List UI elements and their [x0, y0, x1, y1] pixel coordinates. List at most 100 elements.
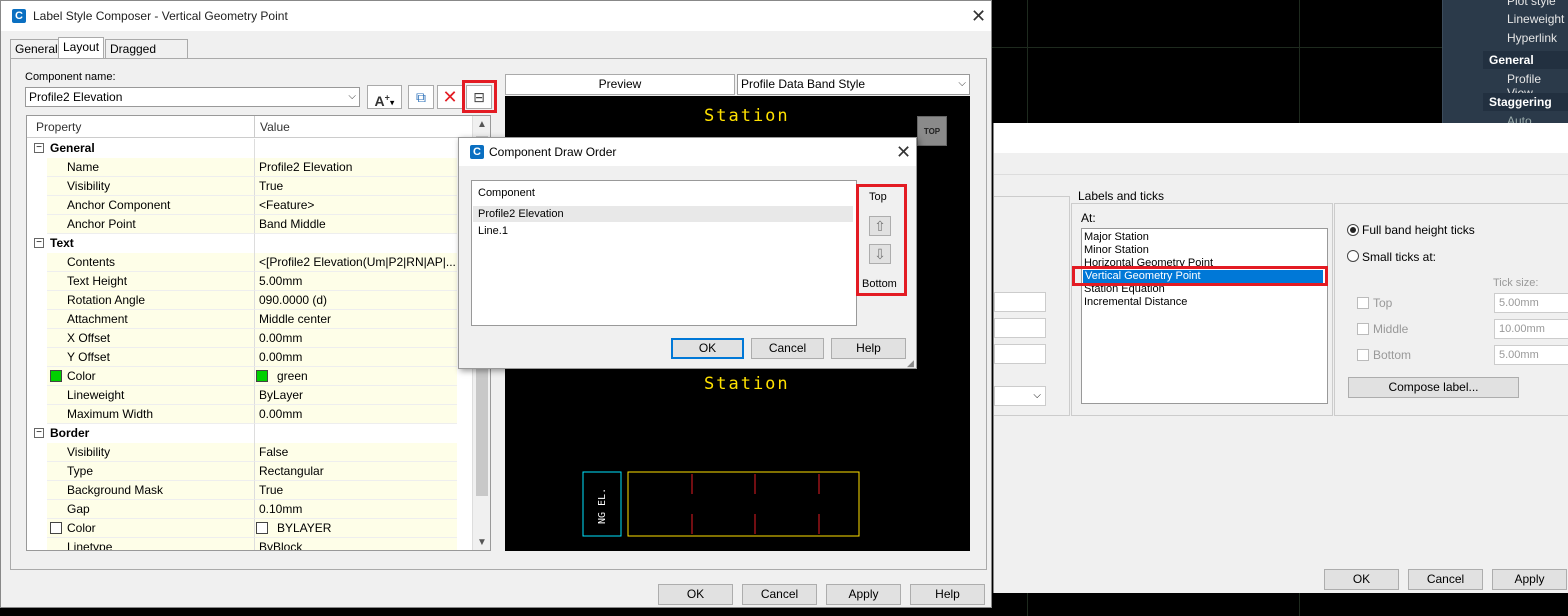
tick-top-size[interactable]: 5.00mm: [1494, 293, 1568, 313]
copy-component-button[interactable]: ⧉: [408, 85, 434, 109]
create-text-component-button[interactable]: A+▾: [367, 85, 402, 109]
small-ticks-radio[interactable]: [1347, 250, 1359, 262]
property-row[interactable]: Attachment Middle center: [27, 310, 473, 329]
tick-bottom-checkbox[interactable]: [1357, 349, 1369, 361]
property-value[interactable]: 0.00mm: [259, 405, 459, 424]
tick-middle-label: Middle: [1373, 322, 1409, 336]
property-value[interactable]: True: [259, 481, 459, 500]
scroll-down-icon[interactable]: ▼: [477, 537, 487, 548]
text-field[interactable]: [994, 318, 1046, 338]
property-row[interactable]: Y Offset 0.00mm: [27, 348, 473, 367]
tab-general[interactable]: General: [10, 39, 63, 59]
property-row[interactable]: Maximum Width 0.00mm: [27, 405, 473, 424]
station-type-list[interactable]: Major Station Minor Station Horizontal G…: [1081, 228, 1328, 404]
text-field[interactable]: [994, 292, 1046, 312]
property-value[interactable]: green: [277, 367, 477, 386]
property-value[interactable]: ByBlock: [259, 538, 459, 550]
tick-middle-size[interactable]: 10.00mm: [1494, 319, 1568, 339]
property-row[interactable]: Anchor Component <Feature>: [27, 196, 473, 215]
property-category-row[interactable]: − Text: [27, 234, 473, 253]
property-row[interactable]: Anchor Point Band Middle: [27, 215, 473, 234]
scroll-up-icon[interactable]: ▲: [477, 119, 487, 130]
property-row[interactable]: Text Height 5.00mm: [27, 272, 473, 291]
list-item[interactable]: Profile2 Elevation: [478, 208, 564, 220]
delete-component-button[interactable]: ✕: [437, 85, 463, 109]
component-name-dropdown[interactable]: Profile2 Elevation ⌵: [25, 87, 360, 107]
property-category-row[interactable]: − Border: [27, 424, 473, 443]
property-value[interactable]: Band Middle: [259, 215, 459, 234]
property-value[interactable]: True: [259, 177, 459, 196]
tick-bottom-size[interactable]: 5.00mm: [1494, 345, 1568, 365]
property-row[interactable]: Lineweight ByLayer: [27, 386, 473, 405]
ok-button[interactable]: OK: [671, 338, 744, 359]
property-value[interactable]: 0.00mm: [259, 329, 459, 348]
palette-item[interactable]: Lineweight: [1507, 12, 1564, 26]
dropdown-field[interactable]: ⌵: [994, 386, 1046, 406]
property-value[interactable]: <Feature>: [259, 196, 459, 215]
help-button[interactable]: Help: [831, 338, 906, 359]
property-value[interactable]: ByLayer: [259, 386, 459, 405]
view-top-button[interactable]: TOP: [917, 116, 947, 146]
list-item[interactable]: Line.1: [478, 225, 508, 237]
ok-button[interactable]: OK: [1324, 569, 1399, 590]
collapse-icon[interactable]: −: [34, 428, 44, 438]
property-category-row[interactable]: − General: [27, 139, 473, 158]
palette-section-staggering[interactable]: Staggering: [1483, 93, 1568, 111]
property-value[interactable]: <[Profile2 Elevation(Um|P2|RN|AP|...: [259, 253, 459, 272]
compose-label-button[interactable]: Compose label...: [1348, 377, 1519, 398]
property-row[interactable]: Name Profile2 Elevation: [27, 158, 473, 177]
property-value[interactable]: 090.0000 (d): [259, 291, 459, 310]
property-value[interactable]: BYLAYER: [277, 519, 477, 538]
dialog-stripe: [994, 153, 1568, 175]
property-value[interactable]: Rectangular: [259, 462, 459, 481]
property-row[interactable]: Linetype ByBlock: [27, 538, 473, 550]
dialog-titlebar: C Component Draw Order ✕: [459, 138, 916, 166]
civil3d-app-icon: C: [470, 145, 484, 159]
resize-grip-icon[interactable]: ◢: [907, 358, 914, 369]
property-value[interactable]: 0.00mm: [259, 348, 459, 367]
tab-layout[interactable]: Layout: [58, 37, 105, 59]
property-label: Lineweight: [67, 388, 125, 402]
list-item[interactable]: Major Station: [1084, 231, 1149, 244]
cancel-button[interactable]: Cancel: [742, 584, 817, 605]
close-icon[interactable]: ✕: [896, 143, 911, 161]
ok-button[interactable]: OK: [658, 584, 733, 605]
property-row[interactable]: X Offset 0.00mm: [27, 329, 473, 348]
palette-item[interactable]: Plot style: [1507, 0, 1556, 8]
preview-style-dropdown[interactable]: Profile Data Band Style ⌵: [737, 74, 970, 95]
palette-section-general[interactable]: General: [1483, 51, 1568, 69]
cancel-button[interactable]: Cancel: [1408, 569, 1483, 590]
collapse-icon[interactable]: −: [34, 238, 44, 248]
tick-middle-checkbox[interactable]: [1357, 323, 1369, 335]
property-row[interactable]: Background Mask True: [27, 481, 473, 500]
property-row[interactable]: Rotation Angle 090.0000 (d): [27, 291, 473, 310]
tab-dragged-state[interactable]: Dragged State: [105, 39, 188, 74]
property-value[interactable]: 5.00mm: [259, 272, 459, 291]
property-row[interactable]: Visibility True: [27, 177, 473, 196]
component-list[interactable]: Component Profile2 Elevation Line.1: [471, 180, 857, 326]
property-row[interactable]: Color BYLAYER: [27, 519, 473, 538]
property-row[interactable]: Contents <[Profile2 Elevation(Um|P2|RN|AP…: [27, 253, 473, 272]
property-row[interactable]: Gap 0.10mm: [27, 500, 473, 519]
property-row[interactable]: Visibility False: [27, 443, 473, 462]
property-row[interactable]: Color green: [27, 367, 473, 386]
property-value[interactable]: Middle center: [259, 310, 459, 329]
property-row[interactable]: Type Rectangular: [27, 462, 473, 481]
apply-button[interactable]: Apply: [1492, 569, 1567, 590]
apply-button[interactable]: Apply: [826, 584, 901, 605]
palette-item[interactable]: Hyperlink: [1507, 31, 1557, 45]
help-button[interactable]: Help: [910, 584, 985, 605]
text-field[interactable]: [994, 344, 1046, 364]
list-item[interactable]: Incremental Distance: [1084, 296, 1187, 309]
property-value[interactable]: 0.10mm: [259, 500, 459, 519]
property-value[interactable]: False: [259, 443, 459, 462]
collapse-icon[interactable]: −: [34, 143, 44, 153]
cancel-button[interactable]: Cancel: [751, 338, 824, 359]
full-band-ticks-radio[interactable]: [1347, 224, 1359, 236]
tick-top-checkbox[interactable]: [1357, 297, 1369, 309]
tick-size-label: Tick size:: [1493, 277, 1539, 289]
property-value[interactable]: Profile2 Elevation: [259, 158, 459, 177]
close-icon[interactable]: ✕: [971, 7, 986, 25]
list-item[interactable]: Minor Station: [1084, 244, 1149, 257]
property-label: Type: [67, 464, 94, 478]
